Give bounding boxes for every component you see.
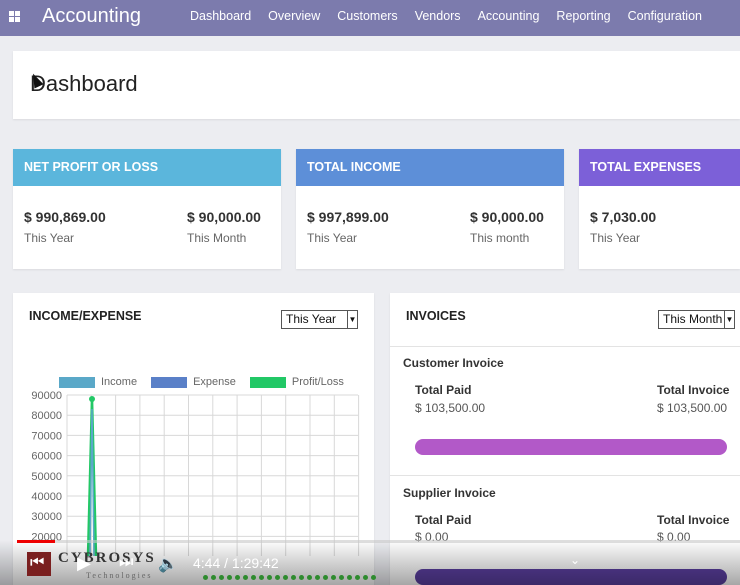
chevron-down-icon[interactable]: ⌄ [570, 553, 580, 567]
customer-paid-value: $ 103,500.00 [415, 401, 486, 415]
chapter-dot [299, 575, 304, 580]
supplier-total-label: Total Invoice [657, 513, 730, 527]
period-select-value: This Year [286, 312, 337, 326]
supplier-paid-label: Total Paid [415, 513, 472, 527]
chapter-dot [267, 575, 272, 580]
play-icon[interactable]: ▶ [77, 553, 91, 574]
invoices-title: INVOICES [406, 309, 466, 323]
main-menu: Dashboard Overview Customers Vendors Acc… [190, 9, 719, 23]
menu-item-reporting[interactable]: Reporting [556, 9, 610, 23]
menu-item-vendors[interactable]: Vendors [415, 9, 461, 23]
page-title: Dashboard [30, 71, 138, 96]
chapter-dot [211, 575, 216, 580]
video-progress-bar[interactable] [17, 540, 740, 543]
y-tick-label: 30000 [31, 511, 62, 523]
y-tick-label: 80000 [31, 410, 62, 422]
app-brand[interactable]: Accounting [42, 5, 141, 28]
video-progress-fill [17, 540, 56, 543]
period-select-value: This Month [663, 312, 723, 326]
customer-invoice-progress-bar [415, 439, 727, 455]
chapter-dot [363, 575, 368, 580]
customer-total-value: $ 103,500.00 [657, 401, 728, 415]
chapter-dot [283, 575, 288, 580]
menu-item-configuration[interactable]: Configuration [628, 9, 702, 23]
total-expenses-card: TOTAL EXPENSES $ 7,030.00 This Year [579, 149, 740, 269]
customer-total-label: Total Invoice [657, 383, 730, 397]
chapter-dot [355, 575, 360, 580]
net-profit-year-value: $ 990,869.00 [24, 209, 106, 225]
menu-item-customers[interactable]: Customers [337, 9, 397, 23]
chapter-dot [331, 575, 336, 580]
previous-icon[interactable]: ⏮ [30, 554, 44, 572]
chapter-dot [275, 575, 280, 580]
card-header: NET PROFIT OR LOSS [13, 149, 281, 186]
menu-item-dashboard[interactable]: Dashboard [190, 9, 251, 23]
y-tick-label: 50000 [31, 471, 62, 483]
chevron-down-icon: ▼ [347, 311, 357, 328]
income-expense-title: INCOME/EXPENSE [29, 309, 142, 323]
next-icon[interactable]: ⏭ [119, 554, 133, 572]
chapter-dot [371, 575, 376, 580]
watermark-sub: Technologies [86, 571, 153, 580]
chapter-dot [203, 575, 208, 580]
chapter-dot [227, 575, 232, 580]
data-point [89, 396, 95, 403]
net-profit-month-value: $ 90,000.00 [187, 209, 261, 225]
chevron-down-icon: ▼ [724, 311, 734, 328]
y-tick-label: 40000 [31, 491, 62, 503]
y-tick-label: 90000 [31, 390, 62, 402]
expenses-year-value: $ 7,030.00 [590, 209, 657, 225]
chapter-dot [307, 575, 312, 580]
income-year-value: $ 997,899.00 [307, 209, 389, 225]
total-income-card: TOTAL INCOME $ 997,899.00 This Year $ 90… [296, 149, 564, 269]
net-profit-year-label: This Year [24, 231, 75, 245]
chapter-dot [315, 575, 320, 580]
expenses-year-label: This Year [590, 231, 641, 245]
chapter-dot [243, 575, 248, 580]
divider [390, 346, 740, 347]
menu-item-accounting[interactable]: Accounting [478, 9, 540, 23]
chapter-dot [235, 575, 240, 580]
volume-icon[interactable]: 🔈 [158, 554, 178, 574]
chapter-dot [291, 575, 296, 580]
page-header: Dashboard [13, 51, 740, 119]
chapter-dot [347, 575, 352, 580]
income-year-label: This Year [307, 231, 358, 245]
card-header: TOTAL EXPENSES [579, 149, 740, 186]
income-expense-period-select[interactable]: This Year ▼ [281, 310, 358, 329]
divider [390, 475, 740, 476]
chapter-dot [323, 575, 328, 580]
income-expense-chart: 9000080000700006000050000400003000020000 [31, 390, 360, 556]
chapter-dot [251, 575, 256, 580]
card-header: TOTAL INCOME [296, 149, 564, 186]
y-tick-label: 60000 [31, 451, 62, 463]
chapter-dot [259, 575, 264, 580]
video-time: 4:44 / 1:29:42 [193, 555, 279, 571]
menu-item-overview[interactable]: Overview [268, 9, 320, 23]
top-navbar: Accounting Dashboard Overview Customers … [0, 0, 740, 36]
income-month-value: $ 90,000.00 [470, 209, 544, 225]
net-profit-month-label: This Month [187, 231, 247, 245]
y-tick-label: 70000 [31, 430, 62, 442]
watermark-brand: CYBROSYS [58, 550, 156, 566]
customer-paid-label: Total Paid [415, 383, 472, 397]
net-profit-card: NET PROFIT OR LOSS $ 990,869.00 This Yea… [13, 149, 281, 269]
apps-grid-icon[interactable] [9, 11, 20, 22]
invoices-period-select[interactable]: This Month ▼ [658, 310, 735, 329]
chapter-dot [339, 575, 344, 580]
customer-invoice-heading: Customer Invoice [403, 356, 504, 370]
supplier-invoice-heading: Supplier Invoice [403, 486, 496, 500]
chapter-dots [203, 575, 376, 580]
income-month-label: This month [470, 231, 530, 245]
chapter-dot [219, 575, 224, 580]
